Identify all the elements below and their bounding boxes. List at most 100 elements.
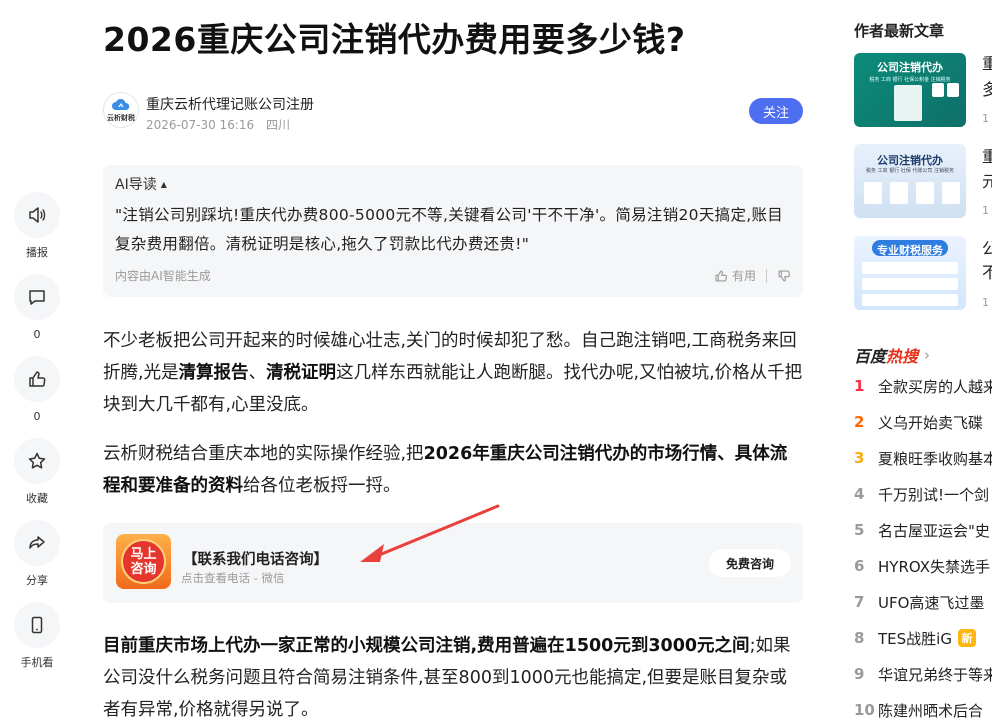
document-icon <box>947 83 959 97</box>
ai-summary-footer: 内容由AI智能生成 有用 <box>115 267 791 285</box>
phone-icon <box>14 602 60 648</box>
like-button[interactable]: 0 <box>12 356 62 438</box>
hot-text: 全款买房的人越来 <box>878 377 992 396</box>
consult-title: 【联系我们电话咨询】 <box>183 552 328 568</box>
author-avatar[interactable]: 云析财税 <box>103 92 139 128</box>
hot-item[interactable]: 6 HYROX失禁选手 <box>853 554 990 578</box>
latest-article-3-meta: 1 <box>982 296 989 309</box>
publish-location: 四川 <box>265 118 290 132</box>
latest-article-1-title-line2[interactable]: 多 <box>982 78 992 102</box>
hot-item[interactable]: 3 夏粮旺季收购基本 <box>853 446 992 470</box>
hot-rank: 8 <box>854 629 865 647</box>
author-meta: 2026-07-30 16:16 四川 <box>146 116 298 133</box>
useful-button[interactable]: 有用 <box>714 267 756 284</box>
ai-summary-text: "注销公司别踩坑!重庆代办费800-5000元不等,关键看公司'干不干净'。简易… <box>115 206 784 253</box>
hot-item[interactable]: 7 UFO高速飞过墨 <box>853 590 984 614</box>
not-useful-button[interactable] <box>777 269 791 283</box>
document-icon <box>916 182 934 204</box>
latest-article-1-title-line1[interactable]: 重 <box>982 52 992 76</box>
favorite-button[interactable]: 收藏 <box>12 438 62 520</box>
publish-date: 2026-07-30 16:16 <box>146 118 255 132</box>
hot-rank: 2 <box>854 413 865 431</box>
hot-item[interactable]: 10 陈建州晒术后合 <box>853 698 983 722</box>
hot-rank: 9 <box>854 665 865 683</box>
caret-up-icon: ▲ <box>160 179 167 189</box>
latest-article-1-meta: 1 <box>982 112 989 125</box>
p1-bold-1: 清算报告 <box>178 363 249 383</box>
mobile-view-button[interactable]: 手机看 <box>12 602 62 684</box>
consult-card[interactable]: 马上咨询 【联系我们电话咨询】 点击查看电话 - 微信 免费咨询 <box>103 523 803 603</box>
free-consult-button[interactable]: 免费咨询 <box>709 549 791 577</box>
hot-item[interactable]: 1 全款买房的人越来 <box>853 374 992 398</box>
hot-rank: 6 <box>854 557 865 575</box>
hot-rank: 5 <box>854 521 865 539</box>
hot-text: 义乌开始卖飞碟 <box>878 413 984 432</box>
ai-generated-note: 内容由AI智能生成 <box>115 269 211 283</box>
hot-rank: 3 <box>854 449 865 467</box>
author-name[interactable]: 重庆云析代理记账公司注册 <box>146 94 314 114</box>
hot-rank: 10 <box>854 701 875 719</box>
baidu-hot-header[interactable]: 百度 热搜 › <box>854 343 930 367</box>
share-icon <box>14 520 60 566</box>
ai-feedback: 有用 <box>714 267 791 284</box>
document-icon <box>942 182 960 204</box>
action-rail: 播报 0 0 收藏 分享 手机看 <box>12 192 62 684</box>
ai-summary-box: AI导读 ▲ "注销公司别踩坑!重庆代办费800-5000元不等,关键看公司'干… <box>103 165 803 297</box>
latest-article-thumb-1[interactable]: 公司注销代办 税务 工商 银行 社保公积金 注销税务 <box>854 53 966 127</box>
p2-text-a: 云析财税结合重庆本地的实际操作经验,把 <box>103 444 424 464</box>
star-icon <box>14 438 60 484</box>
paragraph-2: 云析财税结合重庆本地的实际操作经验,把2026年重庆公司注销代办的市场行情、具体… <box>103 438 803 502</box>
latest-article-thumb-3[interactable]: 专业财税服务 <box>854 236 966 310</box>
speaker-icon <box>14 192 60 238</box>
broadcast-button[interactable]: 播报 <box>12 192 62 274</box>
service-row <box>862 294 958 306</box>
service-row <box>862 262 958 274</box>
p3-bold: 目前重庆市场上代办一家正常的小规模公司注销,费用普遍在1500元到3000元之间 <box>103 636 750 656</box>
document-icon <box>890 182 908 204</box>
hot-item[interactable]: 5 名古屋亚运会"史 <box>853 518 990 542</box>
like-count: 0 <box>33 410 41 423</box>
useful-label: 有用 <box>731 269 756 283</box>
hot-item[interactable]: 8 TES战胜iG 新 <box>853 626 976 650</box>
document-icon <box>932 83 944 97</box>
paragraph-3: 目前重庆市场上代办一家正常的小规模公司注销,费用普遍在1500元到3000元之间… <box>103 630 803 723</box>
share-button[interactable]: 分享 <box>12 520 62 602</box>
latest-article-thumb-2[interactable]: 公司注销代办 税务 工商 银行 社保 代账公司 注销税务 <box>854 144 966 218</box>
thumb-3-label: 专业财税服务 <box>877 244 943 257</box>
avatar-text: 云析财税 <box>107 113 135 122</box>
latest-article-3-title-line1[interactable]: 公 <box>982 237 992 261</box>
ai-summary-toggle[interactable]: AI导读 ▲ <box>115 175 791 193</box>
right-sidebar: 作者最新文章 公司注销代办 税务 工商 银行 社保公积金 注销税务 重 多 1 … <box>853 0 992 723</box>
article-title: 2026重庆公司注销代办费用要多少钱? <box>103 20 686 59</box>
hot-brand-hot: 热搜 <box>886 347 919 366</box>
latest-articles-title: 作者最新文章 <box>854 22 945 40</box>
hot-item[interactable]: 9 华谊兄弟终于等来 <box>853 662 992 686</box>
follow-button[interactable]: 关注 <box>749 98 803 124</box>
latest-article-3-title-line2[interactable]: 不 <box>982 261 992 285</box>
latest-article-2-title-line2[interactable]: 元 <box>982 170 992 194</box>
hot-text: HYROX失禁选手 <box>878 557 990 576</box>
hot-rank: 7 <box>854 593 865 611</box>
hot-rank: 1 <box>854 377 865 395</box>
p1-bold-2: 清税证明 <box>266 363 337 383</box>
comment-icon <box>14 274 60 320</box>
consult-badge-text: 马上咨询 <box>121 539 166 584</box>
document-icon <box>864 182 882 204</box>
hot-item[interactable]: 2 义乌开始卖飞碟 <box>853 410 983 434</box>
hot-text: 华谊兄弟终于等来 <box>878 665 992 684</box>
thumb-1-label: 公司注销代办 <box>877 61 943 74</box>
thumb-2-sub: 税务 工商 银行 社保 代账公司 注销税务 <box>866 168 954 174</box>
p2-text-c: 给各位老板捋一捋。 <box>243 476 401 496</box>
comment-button[interactable]: 0 <box>12 274 62 356</box>
building-icon <box>894 85 922 121</box>
service-row <box>862 278 958 290</box>
hot-item[interactable]: 4 千万别试!一个剑 <box>853 482 989 506</box>
p1-text-c: 、 <box>248 363 267 383</box>
consult-subtitle: 点击查看电话 - 微信 <box>181 571 285 585</box>
chevron-right-icon: › <box>924 346 931 364</box>
latest-article-2-title-line1[interactable]: 重 <box>982 145 992 169</box>
new-badge: 新 <box>957 629 976 647</box>
hot-text: UFO高速飞过墨 <box>878 593 985 612</box>
author-bar: 云析财税 重庆云析代理记账公司注册 2026-07-30 16:16 四川 关注 <box>103 92 803 132</box>
mobile-view-label: 手机看 <box>20 656 54 669</box>
